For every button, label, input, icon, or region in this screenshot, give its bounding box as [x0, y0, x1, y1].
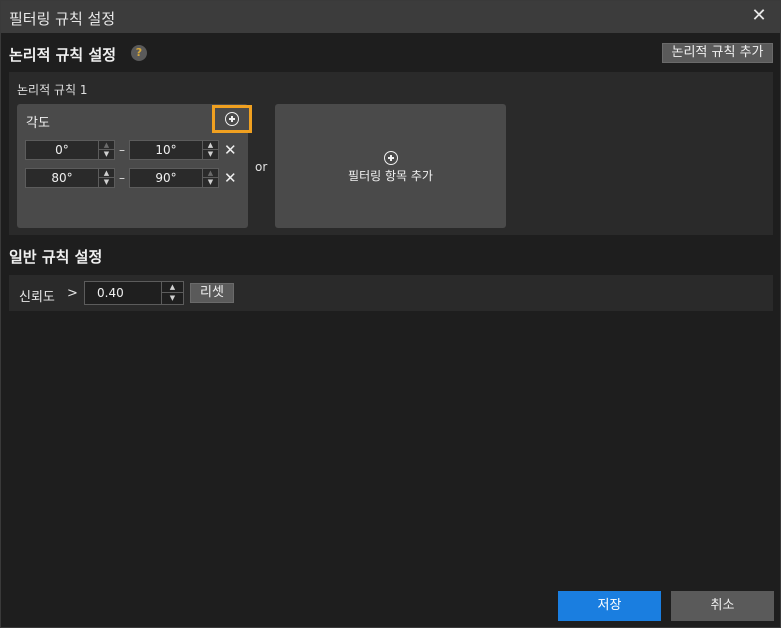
remove-range-icon[interactable]: ✕ — [224, 169, 237, 187]
spin-up-icon[interactable]: ▲ — [99, 169, 114, 178]
add-filter-item-button[interactable]: 필터링 항목 추가 — [275, 104, 506, 228]
logical-rule-heading: 논리적 규칙 설정 — [9, 46, 117, 64]
confidence-spinbox[interactable]: 0.40 ▲ ▼ — [84, 281, 184, 305]
filter-rule-dialog: 필터링 규칙 설정 ✕ 논리적 규칙 설정 ? 논리적 규칙 추가 논리적 규칙… — [0, 0, 781, 628]
close-icon[interactable]: ✕ — [748, 5, 770, 27]
window-title: 필터링 규칙 설정 — [9, 10, 116, 28]
range-to-spinbox[interactable]: 90° ▲ ▼ — [129, 168, 219, 188]
title-bar: 필터링 규칙 설정 ✕ — [1, 1, 780, 33]
rule-label: 논리적 규칙 1 — [17, 83, 88, 97]
add-logical-rule-button[interactable]: 논리적 규칙 추가 — [662, 43, 773, 63]
save-button[interactable]: 저장 — [558, 591, 661, 621]
general-rule-panel: 신뢰도 > 0.40 ▲ ▼ 리셋 — [9, 275, 773, 311]
plus-circle-icon — [384, 151, 398, 165]
spin-down-icon[interactable]: ▼ — [99, 178, 114, 187]
range-from-value: 0° — [55, 143, 69, 157]
or-label: or — [255, 160, 268, 174]
spin-up-icon[interactable]: ▲ — [203, 141, 218, 150]
confidence-label: 신뢰도 — [19, 290, 55, 305]
spin-down-icon[interactable]: ▼ — [203, 178, 218, 187]
range-to-value: 10° — [155, 143, 177, 157]
range-from-spinbox[interactable]: 80° ▲ ▼ — [25, 168, 115, 188]
cancel-button[interactable]: 취소 — [671, 591, 774, 621]
spin-down-icon[interactable]: ▼ — [203, 150, 218, 159]
spin-up-icon[interactable]: ▲ — [162, 282, 183, 293]
plus-circle-icon — [225, 112, 239, 126]
add-range-button[interactable] — [212, 105, 252, 133]
spin-down-icon[interactable]: ▼ — [162, 293, 183, 304]
operator-label: > — [67, 286, 78, 301]
reset-button[interactable]: 리셋 — [190, 283, 234, 303]
angle-filter-card: 각도 0° ▲ ▼ – 10° ▲ ▼ ✕ 80° ▲ ▼ – 90° ▲ ▼ … — [17, 104, 252, 228]
logical-rule-panel: 논리적 규칙 1 각도 0° ▲ ▼ – 10° ▲ ▼ ✕ 80° ▲ ▼ –… — [9, 72, 773, 235]
spin-up-icon[interactable]: ▲ — [99, 141, 114, 150]
range-from-value: 80° — [51, 171, 73, 185]
range-dash: – — [119, 143, 125, 157]
remove-range-icon[interactable]: ✕ — [224, 141, 237, 159]
help-icon[interactable]: ? — [131, 45, 147, 61]
angle-title: 각도 — [26, 116, 50, 131]
range-to-spinbox[interactable]: 10° ▲ ▼ — [129, 140, 219, 160]
range-to-value: 90° — [155, 171, 177, 185]
spin-up-icon[interactable]: ▲ — [203, 169, 218, 178]
general-rule-heading: 일반 규칙 설정 — [9, 248, 103, 266]
range-dash: – — [119, 171, 125, 185]
spin-down-icon[interactable]: ▼ — [99, 150, 114, 159]
range-from-spinbox[interactable]: 0° ▲ ▼ — [25, 140, 115, 160]
confidence-value: 0.40 — [97, 286, 124, 300]
add-filter-item-label: 필터링 항목 추가 — [348, 169, 433, 183]
